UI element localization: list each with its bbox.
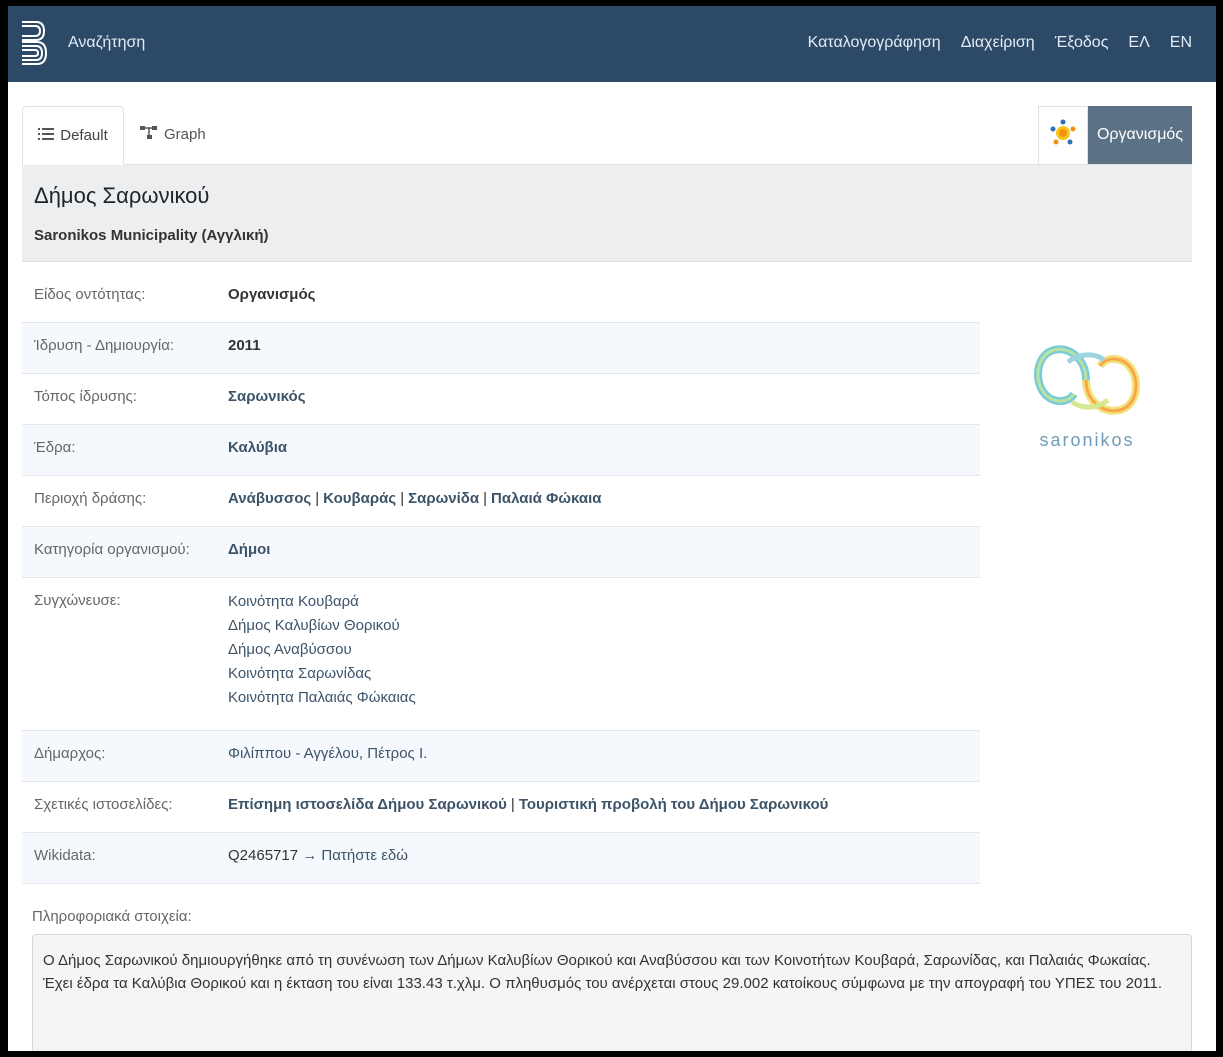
organization-icon (1049, 119, 1077, 152)
wikidata-id: Q2465717 (228, 847, 299, 864)
merged-entity-link[interactable]: Κοινότητα Παλαιάς Φώκαιας (228, 686, 980, 710)
view-tabs: Default Graph Οργανισμός (22, 106, 1192, 165)
area-link[interactable]: Παλαιά Φώκαια (491, 490, 601, 507)
seat-link[interactable]: Καλύβια (228, 439, 287, 456)
merged-entity-link[interactable]: Κοινότητα Σαρωνίδας (228, 662, 980, 686)
tab-graph[interactable]: Graph (140, 106, 206, 163)
property-row-merged: Συγχώνευσε: Κοινότητα Κουβαρά Δήμος Καλυ… (22, 578, 980, 731)
property-row-area: Περιοχή δράσης: Ανάβυσσος | Κουβαράς | Σαρων… (22, 476, 980, 527)
property-label: Συγχώνευσε: (34, 592, 121, 609)
nav-right-links: Καταλογογράφηση Διαχείριση Έξοδος ΕΛ EN (808, 34, 1192, 52)
category-link[interactable]: Δήμοι (228, 541, 270, 558)
property-label: Τόπος ίδρυσης: (34, 388, 137, 405)
info-text-box: Ο Δήμος Σαρωνικού δημιουργήθηκε από τη σ… (32, 934, 1192, 1051)
nav-lang-en-link[interactable]: EN (1170, 34, 1192, 52)
property-label: Είδος οντότητας: (34, 286, 146, 303)
list-icon (38, 127, 55, 145)
page-subtitle: Saronikos Municipality (Αγγλική) (34, 227, 269, 244)
wikidata-link[interactable]: → Πατήστε εδώ (302, 847, 408, 864)
nav-admin-link[interactable]: Διαχείριση (961, 34, 1035, 52)
property-label: Κατηγορία οργανισμού: (34, 541, 190, 558)
property-value: 2011 (228, 337, 261, 354)
page-frame: Αναζήτηση Καταλογογράφηση Διαχείριση Έξο… (8, 6, 1216, 1051)
property-row-websites: Σχετικές ιστοσελίδες: Επίσημη ιστοσελίδα… (22, 782, 980, 833)
saronikos-logo-icon: saronikos (1034, 345, 1140, 450)
property-label: Σχετικές ιστοσελίδες: (34, 796, 173, 813)
property-row-founded: Ίδρυση - Δημιουργία: 2011 (22, 323, 980, 374)
nav-logout-link[interactable]: Έξοδος (1055, 34, 1109, 52)
properties-table: Είδος οντότητας: Οργανισμός Ίδρυση - Δημ… (22, 272, 980, 884)
property-row-category: Κατηγορία οργανισμού: Δήμοι (22, 527, 980, 578)
brand-logo-icon[interactable] (18, 18, 48, 68)
mayor-link[interactable]: Φιλίππου - Αγγέλου, Πέτρος Ι. (228, 745, 427, 762)
property-label: Έδρα: (34, 439, 76, 456)
founding-place-link[interactable]: Σαρωνικός (228, 388, 306, 405)
page-title: Δήμος Σαρωνικού (34, 183, 210, 208)
property-label: Ίδρυση - Δημιουργία: (34, 337, 175, 354)
entity-type-icon-box (1038, 106, 1088, 164)
nav-cataloguing-link[interactable]: Καταλογογράφηση (808, 34, 941, 52)
nav-search-link[interactable]: Αναζήτηση (68, 34, 145, 52)
nav-lang-el-link[interactable]: ΕΛ (1128, 34, 1149, 52)
property-row-seat: Έδρα: Καλύβια (22, 425, 980, 476)
property-row-founding-place: Τόπος ίδρυσης: Σαρωνικός (22, 374, 980, 425)
official-website-link[interactable]: Επίσημη ιστοσελίδα Δήμου Σαρωνικού (228, 796, 507, 813)
property-row-wikidata: Wikidata: Q2465717 → Πατήστε εδώ (22, 833, 980, 884)
property-value: Οργανισμός (228, 286, 316, 303)
organization-logo: saronikos (1028, 328, 1146, 468)
merged-entity-link[interactable]: Δήμος Αναβύσσου (228, 638, 980, 662)
property-label: Περιοχή δράσης: (34, 490, 147, 507)
graph-icon (140, 125, 158, 145)
merged-entity-link[interactable]: Δήμος Καλυβίων Θορικού (228, 614, 980, 638)
top-navbar: Αναζήτηση Καταλογογράφηση Διαχείριση Έξο… (8, 6, 1216, 82)
tab-default-label: Default (60, 127, 108, 144)
info-label: Πληροφοριακά στοιχεία: (32, 908, 192, 925)
area-link[interactable]: Κουβαράς (323, 490, 396, 507)
merged-entity-link[interactable]: Κοινότητα Κουβαρά (228, 590, 980, 614)
property-label: Wikidata: (34, 847, 96, 864)
tab-graph-label: Graph (164, 126, 206, 143)
property-row-mayor: Δήμαρχος: Φιλίππου - Αγγέλου, Πέτρος Ι. (22, 731, 980, 782)
property-label: Δήμαρχος: (34, 745, 106, 762)
area-link[interactable]: Σαρωνίδα (408, 490, 479, 507)
area-link[interactable]: Ανάβυσσος (228, 490, 311, 507)
property-row-entity-type: Είδος οντότητας: Οργανισμός (22, 272, 980, 323)
entity-header: Δήμος Σαρωνικού Saronikos Municipality (… (22, 165, 1192, 262)
logo-text: saronikos (1039, 430, 1134, 450)
tab-default[interactable]: Default (22, 106, 124, 165)
entity-type-badge: Οργανισμός (1088, 106, 1192, 164)
tourism-website-link[interactable]: Τουριστική προβολή του Δήμου Σαρωνικού (519, 796, 829, 813)
